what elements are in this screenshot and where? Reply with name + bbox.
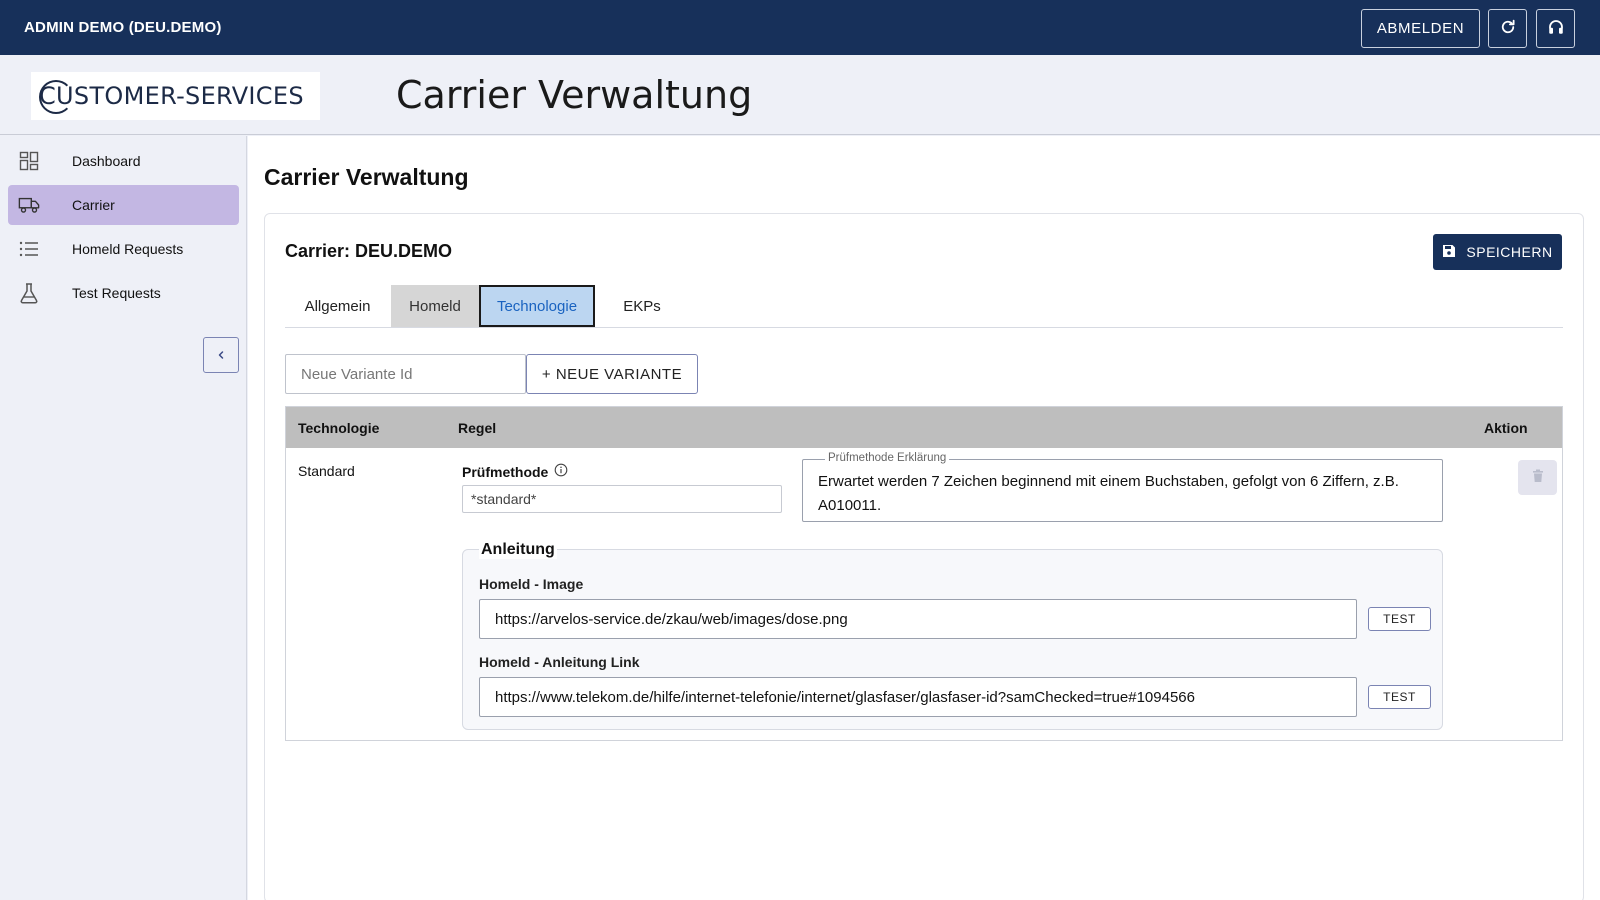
top-bar: ADMIN DEMO (DEU.DEMO) ABMELDEN (0, 0, 1600, 55)
sidebar-collapse-button[interactable] (203, 337, 239, 373)
app-header: CUSTOMER-SERVICES Carrier Verwaltung (0, 55, 1600, 135)
tab-homeld[interactable]: Homeld (391, 285, 479, 327)
sidebar: Dashboard Carrier Homeld Requests Test R… (0, 136, 247, 900)
page-title: Carrier Verwaltung (264, 164, 469, 190)
tab-ekps[interactable]: EKPs (597, 285, 687, 327)
tab-allgemein[interactable]: Allgemein (285, 285, 390, 327)
carrier-title: Carrier: DEU.DEMO (285, 241, 453, 261)
trash-icon (1532, 469, 1544, 486)
logo-text: CUSTOMER-SERVICES (39, 82, 304, 110)
column-header-technologie: Technologie (298, 420, 380, 436)
list-icon (18, 238, 40, 260)
technology-name: Standard (298, 463, 355, 479)
homeld-link-input[interactable] (479, 677, 1357, 717)
test-image-button[interactable]: TEST (1368, 607, 1431, 631)
sidebar-item-label: Carrier (72, 197, 115, 213)
anleitung-group: Anleitung Homeld - Image TEST Homeld - A… (462, 541, 1443, 730)
tab-technologie[interactable]: Technologie (479, 285, 595, 327)
logout-button[interactable]: ABMELDEN (1361, 9, 1480, 48)
test-link-button[interactable]: TEST (1368, 685, 1431, 709)
flask-icon (18, 282, 40, 304)
truck-icon (18, 194, 40, 216)
pruefmethode-input[interactable] (462, 485, 782, 513)
homeld-link-label: Homeld - Anleitung Link (479, 654, 640, 670)
support-button[interactable] (1536, 9, 1575, 48)
column-header-aktion: Aktion (1484, 420, 1528, 436)
homeld-image-label: Homeld - Image (479, 576, 584, 592)
main-content: Carrier Verwaltung Carrier: DEU.DEMO SPE… (248, 136, 1600, 900)
save-label: SPEICHERN (1466, 244, 1553, 260)
tab-bar: Allgemein Homeld Technologie EKPs (285, 285, 1563, 328)
user-label: ADMIN DEMO (DEU.DEMO) (24, 19, 222, 36)
anleitung-title: Anleitung (479, 541, 557, 559)
customer-services-logo: CUSTOMER-SERVICES (31, 72, 320, 120)
explanation-legend: Prüfmethode Erklärung (825, 452, 950, 464)
chevron-left-icon (216, 348, 226, 363)
sidebar-item-label: Test Requests (72, 285, 161, 301)
save-button[interactable]: SPEICHERN (1433, 234, 1562, 270)
sidebar-item-carrier[interactable]: Carrier (8, 185, 239, 225)
homeld-image-input[interactable] (479, 599, 1357, 639)
pruefmethode-label: Prüfmethode (462, 463, 568, 480)
sidebar-item-label: Dashboard (72, 153, 141, 169)
table-header: Technologie Regel Aktion (286, 407, 1562, 448)
pruefmethode-explanation-field[interactable]: Prüfmethode Erklärung Erwartet werden 7 … (802, 452, 1443, 522)
new-variant-id-input[interactable] (285, 354, 526, 394)
column-header-regel: Regel (458, 420, 497, 436)
info-icon[interactable] (554, 463, 568, 480)
refresh-icon (1499, 18, 1517, 39)
delete-button[interactable] (1518, 460, 1557, 495)
carrier-card: Carrier: DEU.DEMO SPEICHERN Allgemein Ho… (264, 213, 1584, 900)
dashboard-icon (18, 150, 40, 172)
sidebar-item-dashboard[interactable]: Dashboard (8, 141, 239, 181)
save-icon (1442, 244, 1456, 261)
explanation-text[interactable]: Erwartet werden 7 Zeichen beginnend mit … (818, 470, 1428, 518)
headset-icon (1547, 18, 1565, 39)
sidebar-item-test-requests[interactable]: Test Requests (8, 273, 239, 313)
refresh-button[interactable] (1488, 9, 1527, 48)
technology-table: Technologie Regel Aktion Standard Prüfme… (285, 406, 1563, 741)
sidebar-item-label: Homeld Requests (72, 241, 184, 257)
pruefmethode-label-text: Prüfmethode (462, 463, 549, 480)
new-variant-button[interactable]: + NEUE VARIANTE (526, 354, 698, 394)
app-title: Carrier Verwaltung (396, 73, 753, 117)
sidebar-item-homeld-requests[interactable]: Homeld Requests (8, 229, 239, 269)
